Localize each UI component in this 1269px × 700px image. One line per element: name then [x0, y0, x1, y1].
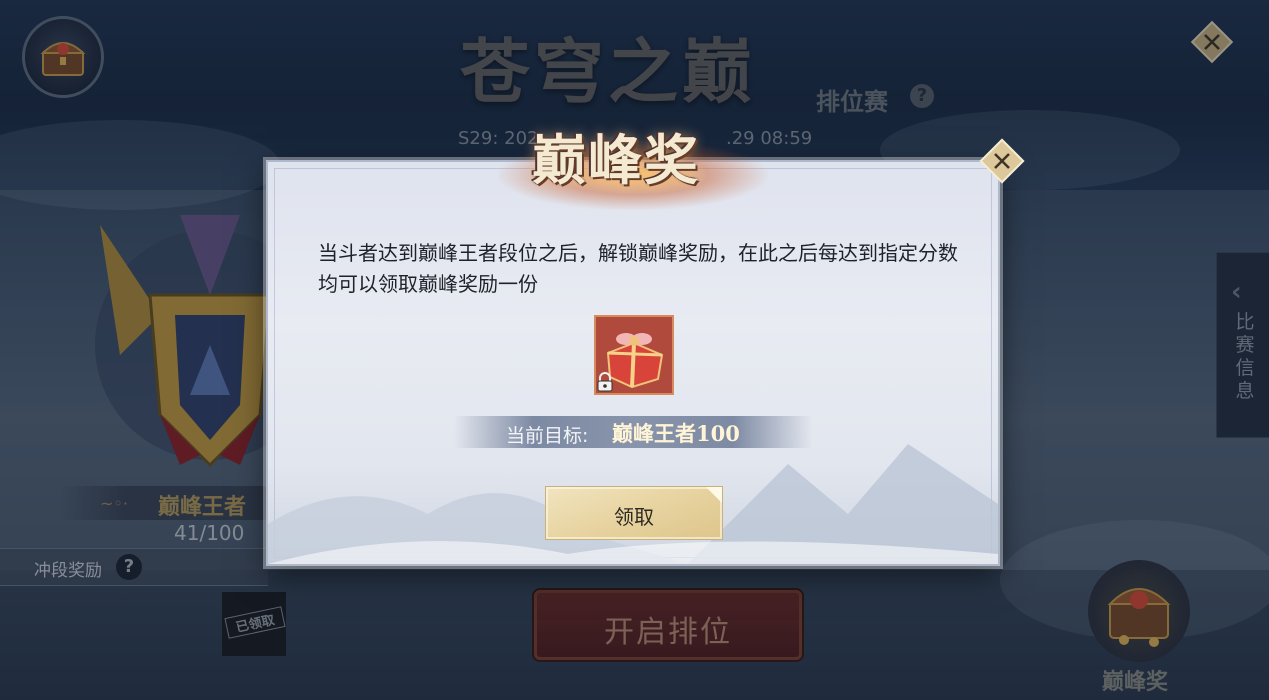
target-value: 巅峰王者100: [612, 421, 740, 446]
dialog-description: 当斗者达到巅峰王者段位之后，解锁巅峰奖励，在此之后每达到指定分数均可以领取巅峰奖…: [318, 241, 958, 296]
claim-button[interactable]: 领取: [545, 486, 723, 540]
target-label: 当前目标:: [506, 425, 589, 447]
claim-button-label: 领取: [614, 505, 654, 529]
lock-icon: [597, 372, 613, 392]
dialog-title: 巅峰奖: [532, 128, 700, 192]
close-icon[interactable]: [977, 136, 1027, 186]
